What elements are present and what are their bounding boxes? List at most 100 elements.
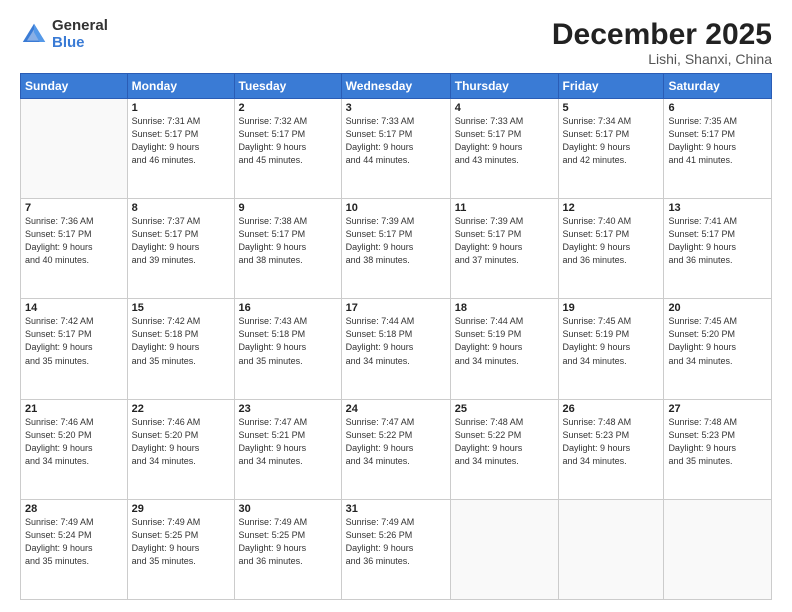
calendar-cell: 5Sunrise: 7:34 AM Sunset: 5:17 PM Daylig… (558, 99, 664, 199)
day-number: 9 (239, 202, 337, 214)
day-info: Sunrise: 7:33 AM Sunset: 5:17 PM Dayligh… (455, 115, 554, 167)
calendar-cell: 21Sunrise: 7:46 AM Sunset: 5:20 PM Dayli… (21, 399, 128, 499)
day-number: 23 (239, 403, 337, 415)
day-number: 29 (132, 503, 230, 515)
day-number: 18 (455, 302, 554, 314)
calendar-cell: 7Sunrise: 7:36 AM Sunset: 5:17 PM Daylig… (21, 199, 128, 299)
calendar-cell: 20Sunrise: 7:45 AM Sunset: 5:20 PM Dayli… (664, 299, 772, 399)
day-info: Sunrise: 7:43 AM Sunset: 5:18 PM Dayligh… (239, 315, 337, 367)
calendar-cell: 4Sunrise: 7:33 AM Sunset: 5:17 PM Daylig… (450, 99, 558, 199)
day-info: Sunrise: 7:46 AM Sunset: 5:20 PM Dayligh… (25, 416, 123, 468)
day-info: Sunrise: 7:31 AM Sunset: 5:17 PM Dayligh… (132, 115, 230, 167)
day-info: Sunrise: 7:38 AM Sunset: 5:17 PM Dayligh… (239, 215, 337, 267)
day-number: 7 (25, 202, 123, 214)
day-info: Sunrise: 7:42 AM Sunset: 5:17 PM Dayligh… (25, 315, 123, 367)
day-number: 12 (563, 202, 660, 214)
calendar-cell: 30Sunrise: 7:49 AM Sunset: 5:25 PM Dayli… (234, 499, 341, 599)
calendar-cell: 17Sunrise: 7:44 AM Sunset: 5:18 PM Dayli… (341, 299, 450, 399)
logo-general: General (52, 18, 108, 35)
day-number: 16 (239, 302, 337, 314)
calendar-body: 1Sunrise: 7:31 AM Sunset: 5:17 PM Daylig… (21, 99, 772, 600)
day-number: 15 (132, 302, 230, 314)
logo: General Blue (20, 18, 108, 51)
page: General Blue December 2025 Lishi, Shanxi… (0, 0, 792, 612)
week-row-1: 7Sunrise: 7:36 AM Sunset: 5:17 PM Daylig… (21, 199, 772, 299)
day-number: 24 (346, 403, 446, 415)
calendar-cell: 11Sunrise: 7:39 AM Sunset: 5:17 PM Dayli… (450, 199, 558, 299)
month-title: December 2025 (552, 18, 772, 51)
day-number: 5 (563, 102, 660, 114)
day-info: Sunrise: 7:47 AM Sunset: 5:21 PM Dayligh… (239, 416, 337, 468)
calendar-cell: 19Sunrise: 7:45 AM Sunset: 5:19 PM Dayli… (558, 299, 664, 399)
calendar-cell: 1Sunrise: 7:31 AM Sunset: 5:17 PM Daylig… (127, 99, 234, 199)
day-info: Sunrise: 7:48 AM Sunset: 5:23 PM Dayligh… (668, 416, 767, 468)
calendar-cell: 22Sunrise: 7:46 AM Sunset: 5:20 PM Dayli… (127, 399, 234, 499)
header: General Blue December 2025 Lishi, Shanxi… (20, 18, 772, 67)
calendar-cell: 15Sunrise: 7:42 AM Sunset: 5:18 PM Dayli… (127, 299, 234, 399)
calendar-cell (558, 499, 664, 599)
day-number: 20 (668, 302, 767, 314)
calendar-cell: 28Sunrise: 7:49 AM Sunset: 5:24 PM Dayli… (21, 499, 128, 599)
day-header-row: SundayMondayTuesdayWednesdayThursdayFrid… (21, 74, 772, 99)
day-info: Sunrise: 7:44 AM Sunset: 5:19 PM Dayligh… (455, 315, 554, 367)
day-info: Sunrise: 7:45 AM Sunset: 5:19 PM Dayligh… (563, 315, 660, 367)
day-number: 27 (668, 403, 767, 415)
day-header-friday: Friday (558, 74, 664, 99)
calendar-header: SundayMondayTuesdayWednesdayThursdayFrid… (21, 74, 772, 99)
calendar-cell (21, 99, 128, 199)
week-row-2: 14Sunrise: 7:42 AM Sunset: 5:17 PM Dayli… (21, 299, 772, 399)
day-number: 13 (668, 202, 767, 214)
day-header-tuesday: Tuesday (234, 74, 341, 99)
day-header-sunday: Sunday (21, 74, 128, 99)
calendar-cell: 18Sunrise: 7:44 AM Sunset: 5:19 PM Dayli… (450, 299, 558, 399)
calendar-cell: 6Sunrise: 7:35 AM Sunset: 5:17 PM Daylig… (664, 99, 772, 199)
day-number: 11 (455, 202, 554, 214)
day-info: Sunrise: 7:39 AM Sunset: 5:17 PM Dayligh… (455, 215, 554, 267)
day-number: 31 (346, 503, 446, 515)
day-info: Sunrise: 7:44 AM Sunset: 5:18 PM Dayligh… (346, 315, 446, 367)
day-number: 25 (455, 403, 554, 415)
day-info: Sunrise: 7:34 AM Sunset: 5:17 PM Dayligh… (563, 115, 660, 167)
day-info: Sunrise: 7:35 AM Sunset: 5:17 PM Dayligh… (668, 115, 767, 167)
day-info: Sunrise: 7:39 AM Sunset: 5:17 PM Dayligh… (346, 215, 446, 267)
day-header-thursday: Thursday (450, 74, 558, 99)
day-info: Sunrise: 7:33 AM Sunset: 5:17 PM Dayligh… (346, 115, 446, 167)
day-info: Sunrise: 7:48 AM Sunset: 5:22 PM Dayligh… (455, 416, 554, 468)
day-header-saturday: Saturday (664, 74, 772, 99)
day-info: Sunrise: 7:45 AM Sunset: 5:20 PM Dayligh… (668, 315, 767, 367)
day-number: 26 (563, 403, 660, 415)
day-number: 19 (563, 302, 660, 314)
day-info: Sunrise: 7:32 AM Sunset: 5:17 PM Dayligh… (239, 115, 337, 167)
day-info: Sunrise: 7:49 AM Sunset: 5:25 PM Dayligh… (132, 516, 230, 568)
week-row-0: 1Sunrise: 7:31 AM Sunset: 5:17 PM Daylig… (21, 99, 772, 199)
day-number: 10 (346, 202, 446, 214)
calendar-cell: 25Sunrise: 7:48 AM Sunset: 5:22 PM Dayli… (450, 399, 558, 499)
calendar-cell: 26Sunrise: 7:48 AM Sunset: 5:23 PM Dayli… (558, 399, 664, 499)
week-row-4: 28Sunrise: 7:49 AM Sunset: 5:24 PM Dayli… (21, 499, 772, 599)
title-block: December 2025 Lishi, Shanxi, China (552, 18, 772, 67)
day-number: 4 (455, 102, 554, 114)
day-number: 14 (25, 302, 123, 314)
day-info: Sunrise: 7:41 AM Sunset: 5:17 PM Dayligh… (668, 215, 767, 267)
logo-blue: Blue (52, 35, 108, 52)
calendar-cell: 10Sunrise: 7:39 AM Sunset: 5:17 PM Dayli… (341, 199, 450, 299)
day-info: Sunrise: 7:40 AM Sunset: 5:17 PM Dayligh… (563, 215, 660, 267)
calendar-cell: 29Sunrise: 7:49 AM Sunset: 5:25 PM Dayli… (127, 499, 234, 599)
calendar-cell (450, 499, 558, 599)
day-header-wednesday: Wednesday (341, 74, 450, 99)
calendar-cell: 9Sunrise: 7:38 AM Sunset: 5:17 PM Daylig… (234, 199, 341, 299)
calendar-table: SundayMondayTuesdayWednesdayThursdayFrid… (20, 73, 772, 600)
day-number: 28 (25, 503, 123, 515)
calendar-cell: 14Sunrise: 7:42 AM Sunset: 5:17 PM Dayli… (21, 299, 128, 399)
day-number: 22 (132, 403, 230, 415)
day-info: Sunrise: 7:49 AM Sunset: 5:24 PM Dayligh… (25, 516, 123, 568)
day-info: Sunrise: 7:42 AM Sunset: 5:18 PM Dayligh… (132, 315, 230, 367)
calendar-cell: 12Sunrise: 7:40 AM Sunset: 5:17 PM Dayli… (558, 199, 664, 299)
calendar-cell: 24Sunrise: 7:47 AM Sunset: 5:22 PM Dayli… (341, 399, 450, 499)
day-number: 21 (25, 403, 123, 415)
day-info: Sunrise: 7:36 AM Sunset: 5:17 PM Dayligh… (25, 215, 123, 267)
day-number: 1 (132, 102, 230, 114)
calendar-cell: 8Sunrise: 7:37 AM Sunset: 5:17 PM Daylig… (127, 199, 234, 299)
day-number: 2 (239, 102, 337, 114)
day-info: Sunrise: 7:48 AM Sunset: 5:23 PM Dayligh… (563, 416, 660, 468)
